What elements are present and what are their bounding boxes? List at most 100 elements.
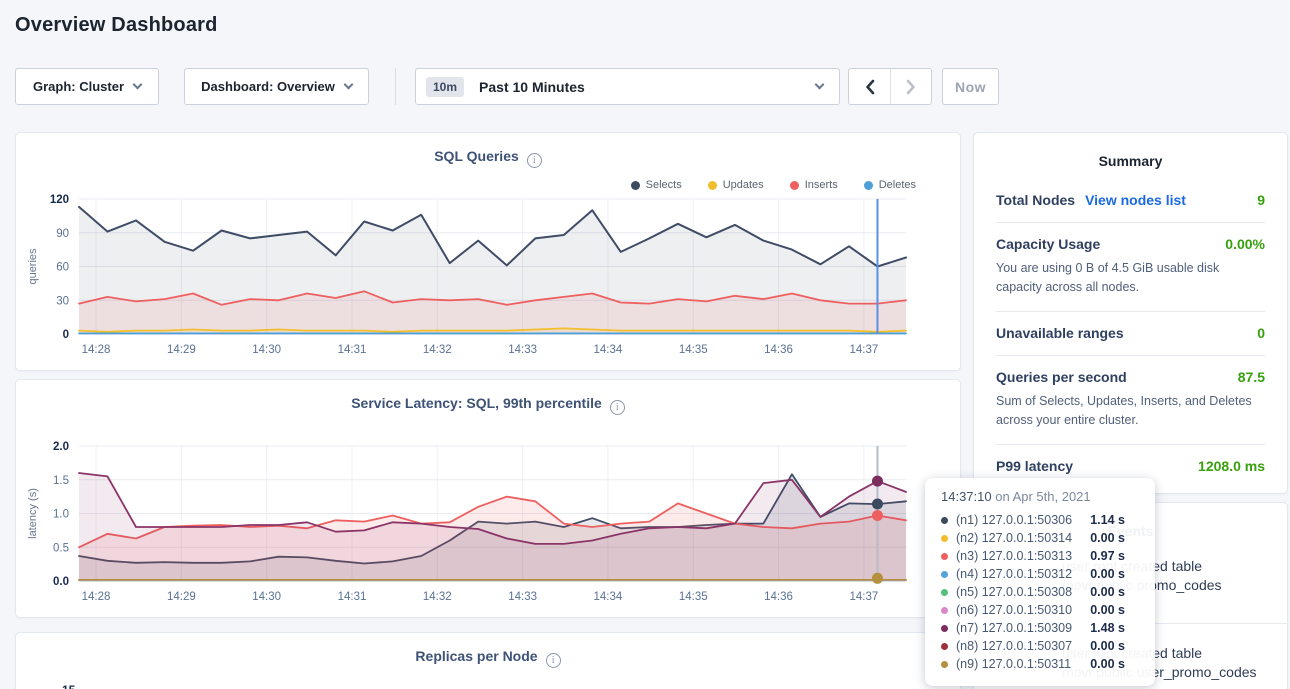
tooltip-row: (n8) 127.0.0.1:50307 0.00 s [941, 637, 1139, 655]
graph-dropdown[interactable]: Graph: Cluster [15, 68, 159, 105]
y-tick-label: 2.0 [53, 441, 69, 453]
x-tick-label: 14:37 [849, 344, 878, 356]
x-tick-label: 14:34 [594, 591, 623, 603]
sql-queries-chart[interactable]: 030609012014:2814:2914:3014:3114:3214:33… [16, 189, 962, 364]
x-tick-label: 14:32 [423, 344, 452, 356]
x-tick-label: 14:30 [252, 344, 281, 356]
x-tick-label: 14:31 [338, 591, 367, 603]
node-latency-value: 1.48 s [1090, 621, 1125, 635]
chevron-right-icon [905, 79, 917, 95]
summary-title: Summary [996, 133, 1265, 169]
tooltip-row: (n2) 127.0.0.1:503140.00 s [941, 529, 1139, 547]
summary-row-value: 1208.0 ms [1198, 458, 1265, 474]
service-latency-chart[interactable]: 0.00.51.01.52.014:2814:2914:3014:3114:32… [16, 436, 962, 611]
next-time-button[interactable] [890, 69, 931, 104]
info-icon[interactable]: i [527, 153, 542, 168]
replicas-per-node-panel: Replicas per Node i [15, 632, 961, 689]
summary-row-value: 9 [1257, 192, 1265, 208]
view-nodes-list-link[interactable]: View nodes list [1085, 192, 1186, 208]
prev-time-button[interactable] [849, 69, 890, 104]
node-address: (n3) 127.0.0.1:50313 [956, 549, 1072, 563]
x-tick-label: 14:35 [679, 344, 708, 356]
sql-queries-panel: SQL Queriesi SelectsUpdatesInsertsDelete… [15, 132, 961, 371]
tooltip-rows: (n1) 127.0.0.1:50306 1.14 s (n2) 127.0.0.1… [941, 511, 1139, 673]
node-latency-value: 0.00 s [1090, 657, 1125, 671]
y-tick-label: 0.0 [53, 576, 69, 588]
node-color-dot [941, 589, 948, 596]
x-tick-label: 14:28 [82, 344, 111, 356]
node-address: (n6) 127.0.0.1:50310 [956, 603, 1072, 617]
dashboard-dropdown[interactable]: Dashboard: Overview [184, 68, 369, 105]
x-tick-label: 14:30 [252, 591, 281, 603]
summary-row-label: Unavailable ranges [996, 325, 1124, 341]
x-tick-label: 14:32 [423, 591, 452, 603]
x-tick-label: 14:37 [849, 591, 878, 603]
toolbar: Graph: Cluster Dashboard: Overview 10m P… [15, 68, 999, 105]
y-tick-label: 30 [56, 295, 69, 307]
node-latency-value: 0.00 s [1090, 567, 1125, 581]
page-title: Overview Dashboard [15, 14, 218, 37]
node-latency-value: 0.00 s [1090, 531, 1125, 545]
tooltip-row: (n1) 127.0.0.1:50306 1.14 s [941, 511, 1139, 529]
summary-row-queries-per-second: Queries per second 87.5 Sum of Selects, … [996, 356, 1265, 445]
sql-queries-title-row: SQL Queries i [16, 133, 960, 168]
node-latency-value: 0.00 s [1090, 603, 1125, 617]
crosshair-dot [872, 510, 883, 521]
y-tick-label: 0 [63, 329, 69, 341]
tooltip-row: (n6) 127.0.0.1:50310 0.00 s [941, 601, 1139, 619]
tooltip-row: (n9) 127.0.0.1:50311 0.00 s [941, 655, 1139, 673]
node-color-dot [941, 625, 948, 632]
chevron-down-icon [343, 80, 353, 90]
node-color-dot [941, 571, 948, 578]
x-tick-label: 14:29 [167, 344, 196, 356]
node-color-dot [941, 607, 948, 614]
info-icon[interactable]: i [610, 400, 625, 415]
x-tick-label: 14:33 [508, 344, 537, 356]
crosshair-dot [872, 476, 883, 487]
x-tick-label: 14:34 [594, 344, 623, 356]
node-color-dot [941, 535, 948, 542]
summary-row-subtext: You are using 0 B of 4.5 GiB usable disk… [996, 259, 1265, 297]
sql-queries-title: SQL Queries [434, 148, 519, 164]
replicas-title-row: Replicas per Node i [16, 633, 960, 668]
summary-row-capacity-usage: Capacity Usage 0.00% You are using 0 B o… [996, 223, 1265, 312]
y-tick-label: 1.0 [53, 509, 69, 521]
node-color-dot [941, 661, 948, 668]
node-address: (n8) 127.0.0.1:50307 [956, 639, 1072, 653]
toolbar-divider [395, 68, 396, 105]
time-range-label: Past 10 Minutes [479, 79, 585, 95]
node-latency-value: 0.00 s [1090, 585, 1125, 599]
x-tick-label: 14:35 [679, 591, 708, 603]
replicas-ytick-preview: 15 [62, 683, 75, 689]
node-color-dot [941, 643, 948, 650]
service-latency-title: Service Latency: SQL, 99th percentile [351, 395, 602, 411]
y-tick-label: 90 [56, 228, 69, 240]
crosshair-dot [872, 573, 883, 584]
summary-row-value: 87.5 [1238, 369, 1265, 385]
chart-hover-tooltip: 14:37:10 on Apr 5th, 2021 (n1) 127.0.0.1… [925, 478, 1155, 686]
node-address: (n5) 127.0.0.1:50308 [956, 585, 1072, 599]
node-latency-value: 0.00 s [1090, 639, 1125, 653]
y-tick-label: 60 [56, 262, 69, 274]
time-pager [848, 68, 932, 105]
summary-row-total-nodes: Total Nodes View nodes list 9 [996, 179, 1265, 223]
node-address: (n1) 127.0.0.1:50306 [956, 513, 1072, 527]
service-latency-title-row: Service Latency: SQL, 99th percentile i [16, 380, 960, 415]
summary-row-value: 0 [1257, 325, 1265, 341]
info-icon[interactable]: i [546, 653, 561, 668]
replicas-title: Replicas per Node [415, 648, 537, 664]
time-range-dropdown[interactable]: 10m Past 10 Minutes [415, 68, 840, 105]
node-address: (n7) 127.0.0.1:50309 [956, 621, 1072, 635]
service-latency-panel: Service Latency: SQL, 99th percentile i 0… [15, 379, 961, 618]
node-address: (n9) 127.0.0.1:50311 [956, 657, 1071, 671]
summary-row-subtext: Sum of Selects, Updates, Inserts, and De… [996, 392, 1265, 430]
node-latency-value: 1.14 s [1090, 513, 1125, 527]
overview-dashboard-page: Overview Dashboard Graph: Cluster Dashbo… [0, 0, 1290, 689]
summary-row-value: 0.00% [1225, 236, 1265, 252]
tooltip-row: (n4) 127.0.0.1:503120.00 s [941, 565, 1139, 583]
tooltip-date: on Apr 5th, 2021 [995, 489, 1090, 504]
x-tick-label: 14:36 [764, 344, 793, 356]
tooltip-time: 14:37:10 [941, 489, 992, 504]
graph-dropdown-label: Graph: Cluster [33, 79, 124, 94]
now-button[interactable]: Now [942, 68, 999, 105]
